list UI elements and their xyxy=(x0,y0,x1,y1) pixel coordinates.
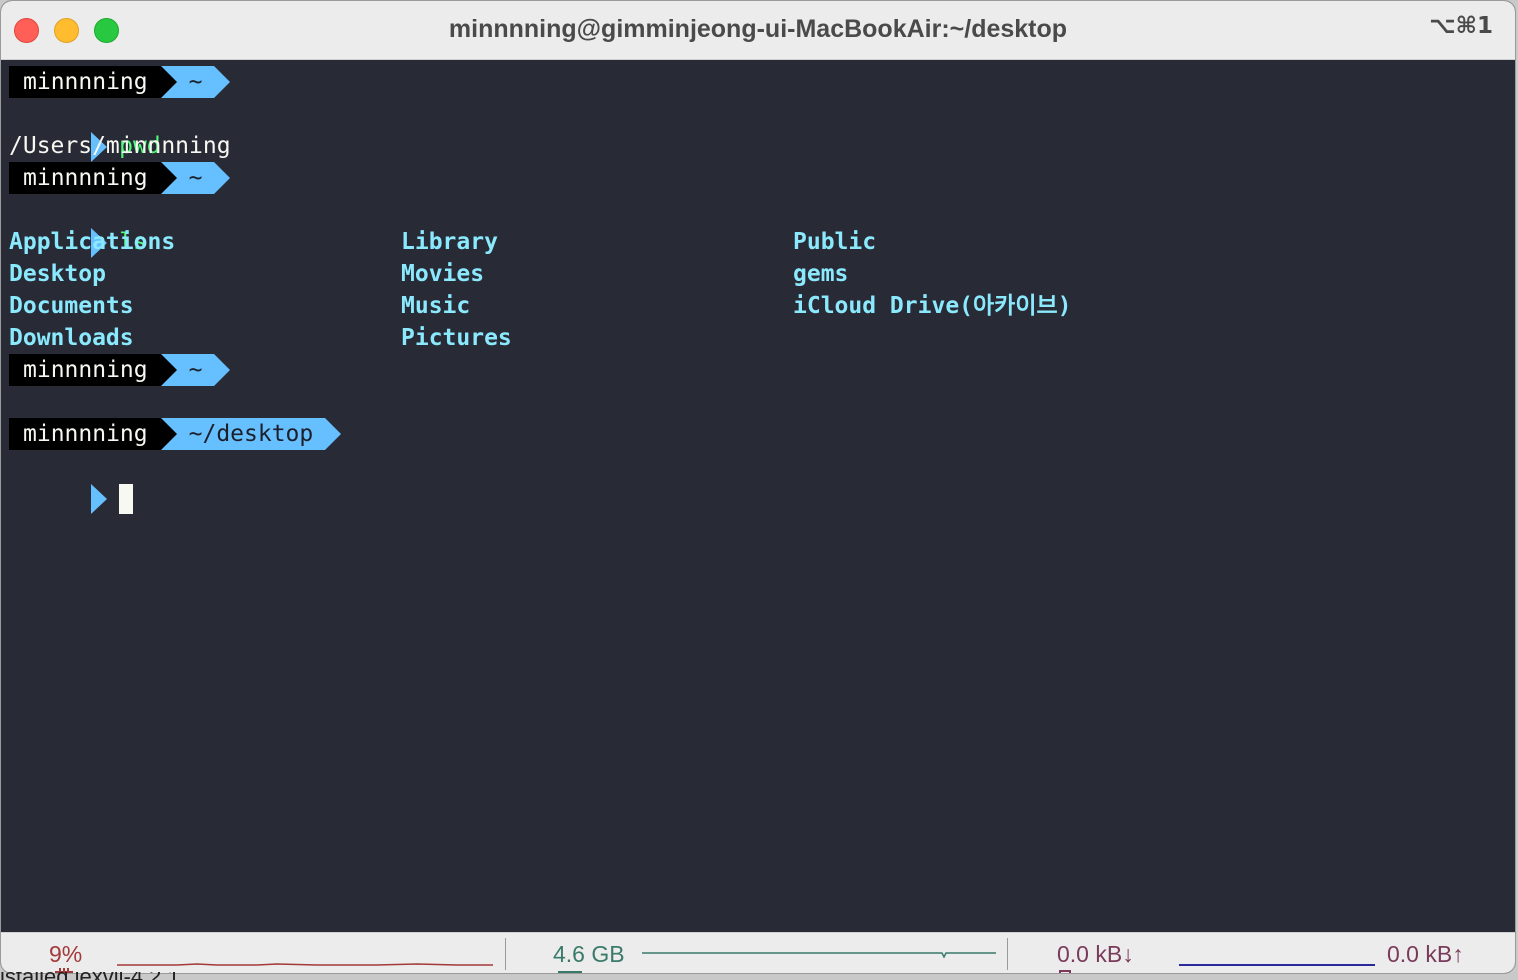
terminal-window: minnnning@gimminjeong-ui-MacBookAir:~/de… xyxy=(0,0,1516,974)
ls-entry: Music xyxy=(401,293,471,319)
background-window-text: istalled lexvii-4.2.1 xyxy=(0,972,180,980)
command-line: cd desktop xyxy=(9,386,258,450)
network-upload: 0.0 kB↑ xyxy=(1387,941,1464,967)
ls-entry: Desktop xyxy=(9,261,106,287)
cpu-sparkline xyxy=(117,963,493,966)
ls-entry: Movies xyxy=(401,261,485,287)
prompt-user: minnnning xyxy=(9,66,162,98)
prompt-user: minnnning xyxy=(9,162,162,194)
ls-entry: Downloads xyxy=(9,325,134,351)
ls-entry: Documents xyxy=(9,293,134,319)
command-line: ls xyxy=(9,194,147,258)
terminal-content[interactable]: minnnning ~ pwd /Users/minnnning minnnni… xyxy=(1,60,1515,932)
ls-entry: Pictures xyxy=(401,325,512,351)
title-bar[interactable]: minnnning@gimminjeong-ui-MacBookAir:~/de… xyxy=(1,1,1515,60)
ls-entry: iCloud Drive(아카이브) xyxy=(793,293,1072,319)
prompt-line: minnnning ~/desktop xyxy=(9,418,341,450)
memory-sparkline xyxy=(642,952,996,959)
text-cursor xyxy=(119,483,134,514)
ls-entry: Library xyxy=(401,229,498,255)
pwd-output: /Users/minnnning xyxy=(9,133,231,159)
prompt-dir: ~ xyxy=(160,162,231,194)
prompt-user: minnnning xyxy=(9,418,162,450)
window-title: minnnning@gimminjeong-ui-MacBookAir:~/de… xyxy=(448,15,1068,43)
command-line: pwd xyxy=(9,98,161,162)
status-bar: 9% 4.6 GB 0.0 kB↓ 0.0 kB↑ xyxy=(1,932,1515,973)
prompt-line: minnnning ~ xyxy=(9,66,231,98)
prompt-user: minnnning xyxy=(9,354,162,386)
cpu-usage: 9% xyxy=(49,941,83,967)
ls-entry: gems xyxy=(793,261,849,287)
network-sparkline xyxy=(1179,964,1375,966)
ls-entry: Applications xyxy=(9,229,176,255)
network-download: 0.0 kB↓ xyxy=(1057,941,1134,967)
prompt-chevron-icon xyxy=(91,483,108,514)
ls-entry: Public xyxy=(793,229,877,255)
prompt-line: minnnning ~ xyxy=(9,354,231,386)
input-line[interactable] xyxy=(9,450,134,514)
prompt-line: minnnning ~ xyxy=(9,162,231,194)
prompt-dir: ~ xyxy=(160,354,231,386)
memory-usage: 4.6 GB xyxy=(553,941,625,967)
status-separator xyxy=(1007,938,1008,970)
status-separator xyxy=(505,938,506,970)
window-shortcut: ⌥⌘1 xyxy=(1429,13,1493,39)
prompt-dir: ~/desktop xyxy=(160,418,341,450)
prompt-dir: ~ xyxy=(160,66,231,98)
